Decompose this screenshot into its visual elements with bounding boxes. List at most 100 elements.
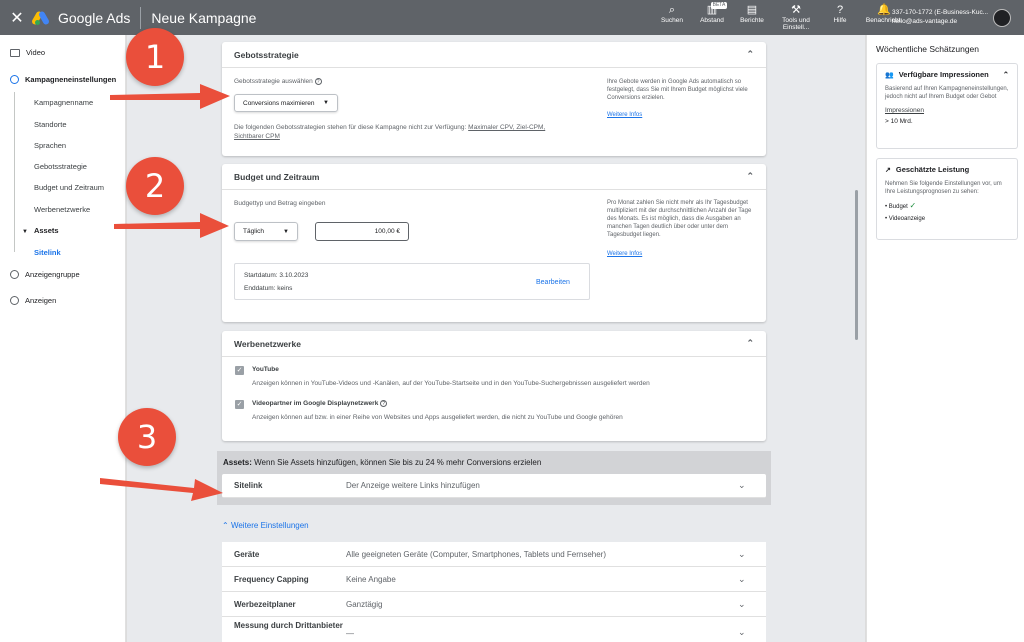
assets-header-bold: Assets:	[223, 458, 252, 467]
account-info[interactable]: 337-170-1772 (E-Business-Kuc... hello@ad…	[892, 8, 988, 26]
wrench-icon: ⚒	[791, 4, 801, 16]
impressions-title: Verfügbare Impressionen	[898, 70, 989, 79]
bidding-strategy-select[interactable]: Conversions maximieren ▼	[234, 94, 338, 112]
bidding-label-text: Gebotsstrategie auswählen	[234, 78, 313, 85]
networks-card: Werbenetzwerke ⌃ ✓ YouTube Anzeigen könn…	[222, 331, 766, 441]
budget-label: Budgettyp und Betrag eingeben	[234, 200, 326, 207]
budget-type-value: Täglich	[243, 228, 264, 235]
nav-adgroup[interactable]: Anzeigengruppe	[10, 270, 80, 279]
dropdown-arrow-icon: ▼	[283, 228, 289, 235]
chevron-down-icon[interactable]: ⌄	[738, 599, 766, 610]
budget-type-select[interactable]: Täglich ▼	[234, 222, 298, 241]
step-circle-icon	[10, 296, 19, 305]
info-icon[interactable]: ?	[314, 78, 322, 85]
date-range-box: Startdatum: 3.10.2023 Enddatum: keins Be…	[234, 263, 590, 300]
devices-value: Alle geeigneten Geräte (Computer, Smartp…	[346, 549, 606, 559]
nav-bidding[interactable]: Gebotsstrategie	[34, 162, 87, 171]
start-date: Startdatum: 3.10.2023	[244, 272, 309, 279]
help-label: Hilfe	[833, 17, 847, 24]
nav-campaign-settings[interactable]: Kampagneneinstellungen	[10, 75, 116, 84]
chevron-down-icon[interactable]: ⌄	[738, 621, 766, 638]
impressions-header[interactable]: 👥 Verfügbare Impressionen ⌃	[877, 64, 1017, 85]
help-button[interactable]: ? Hilfe	[820, 0, 860, 35]
annotation-arrow-1	[110, 84, 230, 109]
search-button[interactable]: ⌕ Suchen	[652, 0, 692, 35]
performance-item-video-label: Videoanzeige	[888, 216, 926, 222]
dropdown-arrow-icon: ▼	[323, 100, 329, 106]
nav-locations[interactable]: Standorte	[34, 120, 67, 129]
annotation-badge-3: 3	[118, 408, 176, 466]
appearance-label: Abstand	[700, 17, 724, 24]
budget-amount-input[interactable]: 100,00 €	[315, 222, 409, 241]
performance-header: ↗ Geschätzte Leistung	[877, 159, 1017, 180]
caret-down-icon: ▼	[22, 229, 28, 235]
nav-sitelink[interactable]: Sitelink	[34, 248, 61, 257]
third-party-measurement-label: Messung durch Drittanbieter	[234, 621, 343, 630]
budget-more-info-link[interactable]: Weitere Infos	[607, 250, 642, 258]
bidding-title: Gebotsstrategie	[234, 49, 299, 60]
chevron-up-icon[interactable]: ⌃	[746, 171, 754, 182]
budget-title: Budget und Zeitraum	[234, 171, 320, 182]
brand-name: Google Ads	[58, 9, 131, 26]
chevron-up-icon[interactable]: ⌃	[746, 338, 754, 349]
devices-row[interactable]: Geräte Alle geeigneten Geräte (Computer,…	[222, 542, 766, 567]
step-circle-icon	[10, 75, 19, 84]
impressions-value: > 10 Mrd.	[885, 118, 913, 125]
third-party-measurement-row[interactable]: Messung durch Drittanbieter — ⌄	[222, 617, 766, 642]
video-partner-checkbox[interactable]: ✓	[235, 400, 244, 409]
youtube-checkbox[interactable]: ✓	[235, 366, 244, 375]
toolbar: ⌕ Suchen ▥ BETA Abstand ▤ Berichte ⚒ Tools un…	[652, 0, 908, 35]
close-icon[interactable]: ✕	[0, 8, 34, 28]
chevron-up-icon[interactable]: ⌃	[1003, 70, 1009, 79]
chevron-down-icon[interactable]: ⌄	[738, 480, 766, 491]
reports-label: Berichte	[740, 17, 764, 24]
ad-schedule-row[interactable]: Werbezeitplaner Ganztägig ⌄	[222, 592, 766, 617]
frequency-capping-row[interactable]: Frequency Capping Keine Angabe ⌄	[222, 567, 766, 592]
more-settings-toggle[interactable]: ⌃ Weitere Einstellungen	[222, 521, 309, 530]
sitelink-row[interactable]: Sitelink Der Anzeige weitere Links hinzu…	[222, 474, 766, 498]
info-icon[interactable]: ?	[380, 400, 388, 407]
video-partner-desc: Anzeigen können auf bzw. in einer Reihe …	[252, 414, 623, 421]
annotation-arrow-3	[100, 478, 223, 501]
scrollbar[interactable]	[855, 190, 858, 340]
performance-desc: Nehmen Sie folgende Einstellungen vor, u…	[885, 181, 1002, 195]
impressions-card: 👥 Verfügbare Impressionen ⌃ Basierend au…	[876, 63, 1018, 149]
nav-assets-label: Assets	[33, 226, 59, 235]
impressions-label: Impressionen	[885, 107, 925, 114]
nav-networks[interactable]: Werbenetzwerke	[34, 205, 90, 214]
avatar[interactable]	[993, 9, 1011, 27]
performance-item-budget: • Budget ✓	[885, 201, 917, 211]
video-icon	[10, 48, 20, 57]
budget-header[interactable]: Budget und Zeitraum ⌃	[222, 164, 766, 190]
frequency-capping-value: Keine Angabe	[346, 574, 396, 584]
edit-dates-button[interactable]: Bearbeiten	[536, 279, 570, 286]
trend-icon: ↗	[885, 166, 891, 174]
appearance-button[interactable]: ▥ BETA Abstand	[692, 0, 732, 35]
bidding-header[interactable]: Gebotsstrategie ⌃	[222, 42, 766, 68]
chevron-up-icon: ⌃	[222, 521, 229, 530]
account-id: 337-170-1772 (E-Business-Kuc...	[892, 9, 989, 16]
nav-campaign-name[interactable]: Kampagnenname	[34, 98, 93, 107]
chevron-down-icon[interactable]: ⌄	[738, 549, 766, 560]
chevron-down-icon[interactable]: ⌄	[738, 574, 766, 585]
more-settings-label: Weitere Einstellungen	[230, 521, 309, 530]
bidding-note: Die folgenden Gebotsstrategien stehen fü…	[234, 123, 574, 141]
networks-header[interactable]: Werbenetzwerke ⌃	[222, 331, 766, 357]
tools-settings-button[interactable]: ⚒ Tools und Einstell...	[772, 0, 820, 35]
youtube-desc: Anzeigen können in YouTube-Videos und -K…	[252, 380, 650, 387]
nav-video[interactable]: Video	[10, 48, 45, 57]
search-icon: ⌕	[668, 4, 676, 16]
nav-assets[interactable]: ▼ Assets	[22, 226, 59, 235]
google-ads-logo[interactable]: Google Ads	[30, 9, 131, 26]
networks-title: Werbenetzwerke	[234, 338, 301, 349]
nav-budget[interactable]: Budget und Zeitraum	[34, 183, 104, 192]
bidding-strategy-value: Conversions maximieren	[243, 99, 315, 107]
nav-languages[interactable]: Sprachen	[34, 141, 66, 150]
nav-ads[interactable]: Anzeigen	[10, 296, 56, 305]
sitelink-label: Sitelink	[234, 481, 263, 490]
reports-button[interactable]: ▤ Berichte	[732, 0, 772, 35]
chevron-up-icon[interactable]: ⌃	[746, 49, 754, 60]
ad-schedule-label: Werbezeitplaner	[234, 599, 296, 609]
bidding-more-info-link[interactable]: Weitere Infos	[607, 111, 642, 119]
google-ads-logo-icon	[30, 9, 52, 26]
